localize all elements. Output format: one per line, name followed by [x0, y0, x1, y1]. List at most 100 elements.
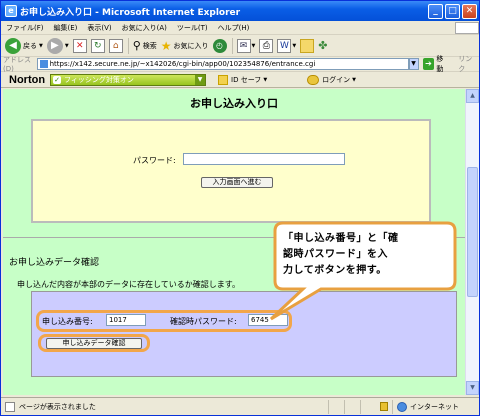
section-title: お申し込みデータ確認 — [9, 258, 100, 268]
mail-button[interactable]: ✉ ▼ — [236, 38, 256, 53]
folder-icon — [300, 38, 315, 53]
address-label: アドレス(D) — [3, 56, 31, 73]
maximize-button[interactable]: □ — [445, 3, 460, 19]
security-zone: インターネット — [392, 399, 479, 414]
menu-view[interactable]: 表示(V) — [82, 23, 116, 33]
messenger-button[interactable]: ✤ — [318, 39, 327, 52]
section-description: 申し込んだ内容が本部のデータに存在しているか確認します。 — [17, 280, 240, 289]
menu-tools[interactable]: ツール(T) — [172, 23, 213, 33]
window-title: お申し込み入り口 - Microsoft Internet Explorer — [20, 7, 241, 18]
phishing-protection-button[interactable]: ✓ フィッシング対策オン ▼ — [50, 73, 207, 86]
folder-button[interactable] — [300, 38, 315, 53]
confirm-password-input[interactable]: 6745 — [248, 314, 288, 326]
scroll-up-button[interactable]: ▲ — [466, 89, 479, 103]
status-cell — [344, 399, 360, 414]
toolbar-separator — [127, 37, 129, 54]
mail-icon: ✉ — [236, 38, 251, 53]
url-input[interactable]: https://x142.secure.ne.jp/~x142026/cgi-b… — [36, 58, 409, 70]
home-button[interactable]: ⌂ — [108, 38, 123, 53]
norton-logo: Norton — [9, 73, 46, 86]
scroll-thumb[interactable] — [467, 167, 478, 297]
favorites-button[interactable]: ★ お気に入り — [161, 39, 209, 53]
globe-icon — [397, 401, 407, 412]
favorites-label: お気に入り — [173, 41, 209, 50]
page-title: お申し込み入り口 — [190, 97, 278, 110]
zone-label: インターネット — [410, 402, 459, 411]
refresh-icon: ↻ — [90, 38, 105, 53]
forward-button[interactable]: ▶ ▼ — [46, 37, 69, 54]
phishing-label: フィッシング対策オン — [64, 75, 134, 84]
id-safe-label: ID セーフ — [231, 75, 262, 84]
browser-window: e お申し込み入り口 - Microsoft Internet Explorer… — [0, 0, 480, 416]
word-icon: W — [277, 38, 292, 53]
callout-line: 認時パスワード」を入 — [283, 249, 388, 260]
page-icon — [39, 60, 48, 68]
go-label: 移動 — [436, 55, 444, 73]
confirm-data-button[interactable]: 申し込みデータ確認 — [46, 338, 142, 349]
chevron-down-icon: ▼ — [251, 42, 256, 49]
search-button[interactable]: ⚲ 検索 — [133, 39, 157, 52]
back-arrow-icon: ◀ — [5, 37, 21, 54]
windows-flag-icon — [455, 21, 479, 34]
id-safe-button[interactable]: ID セーフ ▼ — [218, 74, 268, 85]
forward-arrow-icon: ▶ — [46, 37, 63, 54]
chevron-down-icon: ▼ — [39, 42, 43, 49]
password-label: パスワード: — [133, 156, 176, 165]
status-cell — [328, 399, 344, 414]
status-text: ページが表示されました — [19, 402, 96, 411]
edit-button[interactable]: W ▼ — [277, 38, 297, 53]
menu-bar: ファイル(F) 編集(E) 表示(V) お気に入り(A) ツール(T) ヘルプ(… — [1, 21, 479, 35]
messenger-icon: ✤ — [318, 39, 328, 52]
login-icon — [307, 74, 320, 85]
chevron-down-icon: ▼ — [64, 42, 69, 49]
application-number-label: 申し込み番号: — [42, 317, 93, 326]
chevron-down-icon: ▼ — [263, 76, 268, 83]
application-number-input[interactable]: 1017 — [106, 314, 146, 326]
title-bar: e お申し込み入り口 - Microsoft Internet Explorer… — [1, 1, 479, 21]
checkmark-icon: ✓ — [53, 75, 62, 84]
address-bar: アドレス(D) https://x142.secure.ne.jp/~x1420… — [1, 54, 479, 74]
id-safe-icon — [218, 74, 229, 85]
callout-line: 「申し込み番号」と「確 — [283, 233, 399, 244]
star-icon: ★ — [160, 38, 172, 53]
links-button[interactable]: リンク — [458, 54, 479, 74]
url-dropdown-button[interactable]: ▼ — [408, 58, 419, 70]
history-button[interactable]: ◴ — [212, 38, 227, 53]
menu-favorites[interactable]: お気に入り(A) — [117, 23, 172, 33]
menu-edit[interactable]: 編集(E) — [49, 23, 83, 33]
back-label: 戻る — [23, 41, 37, 50]
toolbar: ◀ 戻る ▼ ▶ ▼ ✕ ↻ ⌂ ⚲ 検索 ★ お気に入り ◴ ✉ ▼ ⎙ W ▼ … — [1, 35, 479, 57]
menu-file[interactable]: ファイル(F) — [1, 23, 49, 33]
chevron-down-icon: ▼ — [195, 74, 206, 85]
callout-text: 「申し込み番号」と「確 認時パスワード」を入 力してボタンを押す。 — [283, 231, 447, 279]
ie-icon: e — [5, 5, 17, 17]
status-bar: ページが表示されました インターネット — [1, 397, 479, 415]
chevron-down-icon: ▼ — [292, 42, 297, 49]
toolbar-separator — [231, 37, 233, 54]
go-button[interactable]: ➔ 移動 — [422, 54, 451, 74]
norton-toolbar: Norton ✓ フィッシング対策オン ▼ ID セーフ ▼ ログイン ▼ — [1, 72, 479, 88]
callout-line: 力してボタンを押す。 — [283, 265, 387, 276]
chevron-down-icon: ▼ — [352, 76, 357, 83]
vertical-scrollbar[interactable]: ▲ ▼ — [465, 89, 479, 395]
search-label: 検索 — [142, 41, 157, 50]
back-button[interactable]: ◀ 戻る ▼ — [5, 37, 43, 54]
home-icon: ⌂ — [108, 38, 123, 53]
stop-button[interactable]: ✕ — [72, 38, 87, 53]
minimize-button[interactable]: _ — [428, 3, 443, 19]
enter-form-button[interactable]: 入力画面へ進む — [201, 177, 273, 188]
page-done-icon — [5, 401, 15, 412]
print-icon: ⎙ — [259, 38, 274, 53]
print-button[interactable]: ⎙ — [259, 38, 274, 53]
login-label: ログイン — [322, 75, 351, 84]
password-input[interactable] — [183, 153, 345, 165]
scroll-down-button[interactable]: ▼ — [466, 381, 479, 395]
search-icon: ⚲ — [132, 39, 141, 52]
login-button[interactable]: ログイン ▼ — [307, 74, 357, 85]
menu-help[interactable]: ヘルプ(H) — [213, 23, 255, 33]
refresh-button[interactable]: ↻ — [90, 38, 105, 53]
history-icon: ◴ — [212, 38, 227, 53]
confirm-password-label: 確認時パスワード: — [170, 317, 237, 326]
close-button[interactable]: ✕ — [462, 3, 477, 19]
stop-icon: ✕ — [72, 38, 87, 53]
